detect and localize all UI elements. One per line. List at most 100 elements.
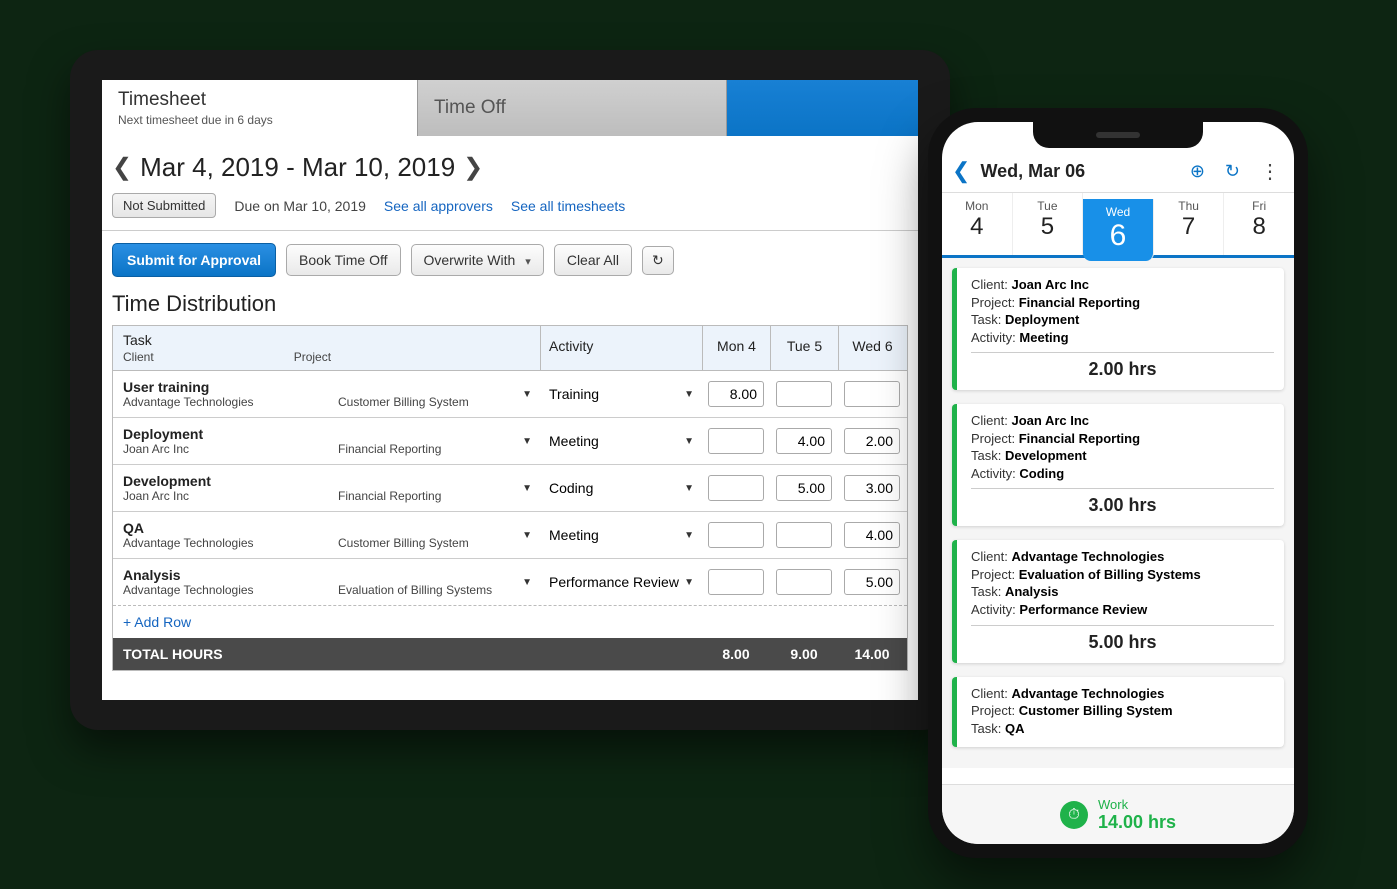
hours-input[interactable]	[844, 381, 900, 407]
activity-label: Meeting	[549, 433, 599, 449]
header-mon: Mon 4	[702, 326, 770, 370]
weekday-num: 7	[1154, 213, 1224, 241]
weekday-mon[interactable]: Mon4	[942, 193, 1013, 255]
card-hours: 5.00 hrs	[971, 632, 1274, 653]
more-icon[interactable]: ⋮	[1260, 159, 1280, 184]
chevron-down-icon[interactable]: ▼	[522, 577, 532, 588]
hours-input[interactable]	[776, 428, 832, 454]
divider	[102, 230, 918, 231]
chevron-down-icon[interactable]: ▼	[522, 389, 532, 400]
card-project: Project: Evaluation of Billing Systems	[971, 566, 1274, 584]
task-client: Joan Arc Inc	[123, 442, 338, 456]
chevron-down-icon[interactable]: ▼	[684, 530, 694, 541]
chevron-down-icon[interactable]: ▼	[684, 389, 694, 400]
task-project: Financial Reporting	[338, 442, 441, 456]
phone-title: Wed, Mar 06	[980, 161, 1169, 182]
chevron-down-icon[interactable]: ▼	[684, 483, 694, 494]
activity-label: Meeting	[549, 527, 599, 543]
task-cell[interactable]: DeploymentJoan Arc IncFinancial Reportin…	[113, 422, 540, 460]
tab-timeoff[interactable]: Time Off	[417, 80, 727, 136]
activity-cell[interactable]: Meeting ▼	[540, 429, 702, 453]
day-cell-tue	[770, 518, 838, 552]
clear-all-button[interactable]: Clear All	[554, 244, 632, 276]
refresh-button[interactable]: ↻	[642, 246, 674, 275]
activity-label: Training	[549, 386, 599, 402]
total-tue: 9.00	[770, 646, 838, 662]
task-cell[interactable]: DevelopmentJoan Arc IncFinancial Reporti…	[113, 469, 540, 507]
chevron-down-icon[interactable]: ▼	[522, 530, 532, 541]
day-cell-mon	[702, 518, 770, 552]
chevron-left-icon[interactable]: ❮	[112, 153, 132, 182]
card-client: Client: Joan Arc Inc	[971, 412, 1274, 430]
day-cell-tue	[770, 424, 838, 458]
task-cell[interactable]: AnalysisAdvantage TechnologiesEvaluation…	[113, 563, 540, 601]
hours-input[interactable]	[844, 475, 900, 501]
entry-card[interactable]: Client: Advantage TechnologiesProject: C…	[952, 677, 1284, 748]
totals-label: TOTAL HOURS	[113, 646, 702, 662]
task-name: Deployment	[123, 426, 530, 442]
task-project: Evaluation of Billing Systems	[338, 583, 492, 597]
weekday-tue[interactable]: Tue5	[1013, 193, 1084, 255]
chevron-down-icon[interactable]: ▼	[684, 436, 694, 447]
card-client: Client: Joan Arc Inc	[971, 276, 1274, 294]
activity-cell[interactable]: Coding▼	[540, 476, 702, 500]
refresh-icon[interactable]: ↻	[1225, 161, 1240, 182]
totals-row: TOTAL HOURS 8.00 9.00 14.00	[113, 638, 907, 670]
header-task: Task	[123, 332, 530, 348]
task-client: Advantage Technologies	[123, 395, 338, 409]
see-timesheets-link[interactable]: See all timesheets	[511, 198, 625, 214]
day-cell-tue	[770, 377, 838, 411]
hours-input[interactable]	[776, 381, 832, 407]
hours-input[interactable]	[708, 569, 764, 595]
chevron-down-icon[interactable]: ▼	[684, 577, 694, 588]
tab-timesheet[interactable]: Timesheet Next timesheet due in 6 days	[102, 80, 417, 136]
task-cell[interactable]: User trainingAdvantage TechnologiesCusto…	[113, 375, 540, 413]
activity-cell[interactable]: Performance Review ▼	[540, 570, 702, 594]
overwrite-button[interactable]: Overwrite With	[411, 244, 544, 276]
see-approvers-link[interactable]: See all approvers	[384, 198, 493, 214]
table-row: DeploymentJoan Arc IncFinancial Reportin…	[113, 418, 907, 465]
day-cell-tue	[770, 565, 838, 599]
task-client: Joan Arc Inc	[123, 489, 338, 503]
task-cell[interactable]: QAAdvantage TechnologiesCustomer Billing…	[113, 516, 540, 554]
hours-input[interactable]	[776, 475, 832, 501]
weekday-thu[interactable]: Thu7	[1154, 193, 1225, 255]
submit-button[interactable]: Submit for Approval	[112, 243, 276, 277]
back-icon[interactable]: ❮	[952, 158, 970, 184]
weekday-num: 5	[1013, 213, 1083, 241]
weekday-fri[interactable]: Fri8	[1224, 193, 1294, 255]
entry-card[interactable]: Client: Joan Arc IncProject: Financial R…	[952, 404, 1284, 526]
entry-card[interactable]: Client: Joan Arc IncProject: Financial R…	[952, 268, 1284, 390]
hours-input[interactable]	[708, 428, 764, 454]
period-nav: ❮ Mar 4, 2019 - Mar 10, 2019 ❯	[112, 152, 908, 183]
book-timeoff-button[interactable]: Book Time Off	[286, 244, 400, 276]
hours-input[interactable]	[844, 522, 900, 548]
chevron-right-icon[interactable]: ❯	[463, 153, 483, 182]
activity-cell[interactable]: Training ▼	[540, 382, 702, 406]
activity-label: Performance Review	[549, 574, 679, 590]
header-tue: Tue 5	[770, 326, 838, 370]
header-client: Client	[123, 350, 154, 364]
weekday-wed[interactable]: Wed6	[1083, 199, 1154, 261]
entry-card[interactable]: Client: Advantage TechnologiesProject: E…	[952, 540, 1284, 662]
hours-input[interactable]	[708, 522, 764, 548]
chevron-down-icon[interactable]: ▼	[522, 483, 532, 494]
phone-body[interactable]: Client: Joan Arc IncProject: Financial R…	[942, 258, 1294, 768]
hours-input[interactable]	[776, 522, 832, 548]
hours-input[interactable]	[708, 381, 764, 407]
total-wed: 14.00	[838, 646, 906, 662]
col-task-header: Task Client Project	[113, 326, 540, 370]
chevron-down-icon[interactable]: ▼	[522, 436, 532, 447]
task-project: Financial Reporting	[338, 489, 441, 503]
weekday-label: Wed	[1083, 205, 1153, 219]
activity-cell[interactable]: Meeting ▼	[540, 523, 702, 547]
add-row-link[interactable]: + Add Row	[113, 606, 907, 638]
footer-work-label: Work	[1098, 797, 1176, 812]
hours-input[interactable]	[776, 569, 832, 595]
task-client: Advantage Technologies	[123, 536, 338, 550]
add-icon[interactable]: ⊕	[1190, 161, 1205, 182]
hours-input[interactable]	[708, 475, 764, 501]
hours-input[interactable]	[844, 428, 900, 454]
hours-input[interactable]	[844, 569, 900, 595]
toolbar: Submit for Approval Book Time Off Overwr…	[112, 243, 908, 277]
